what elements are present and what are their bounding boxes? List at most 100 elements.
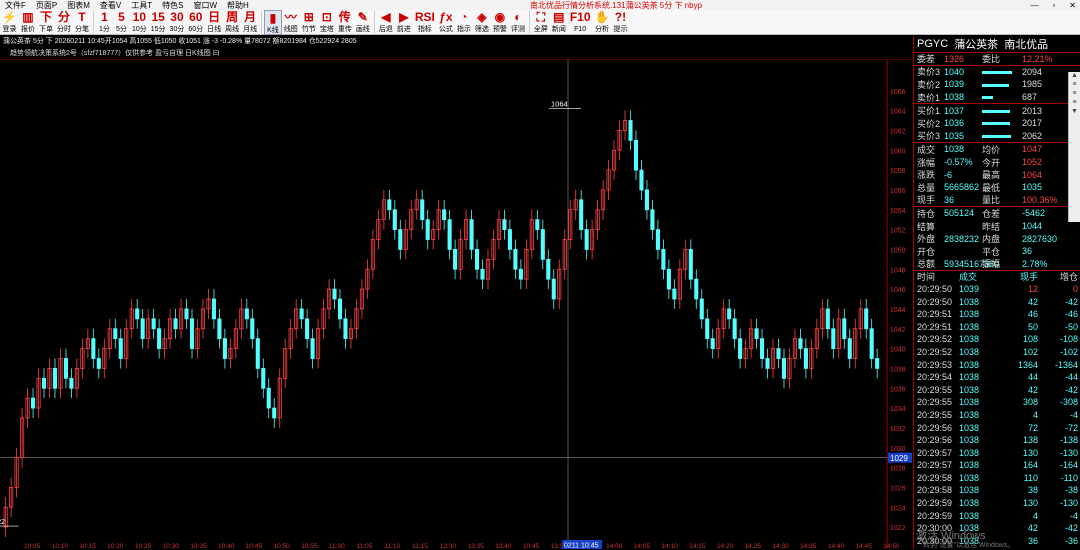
- tick-cell: 138: [1022, 435, 1038, 446]
- test-button[interactable]: ◐ 评测: [509, 10, 527, 35]
- tick-button[interactable]: T 分笔: [73, 10, 91, 35]
- order-button[interactable]: 下下单: [37, 10, 55, 35]
- filter-button[interactable]: ◈ 筛选: [473, 10, 491, 35]
- ask-row[interactable]: 卖价3 1040 2094: [914, 66, 1080, 79]
- tick-cell: -36: [1064, 535, 1078, 546]
- hint-button[interactable]: ◔ 指示: [455, 10, 473, 35]
- tower-button[interactable]: ⊡ 宝塔: [318, 10, 336, 35]
- fullscreen-button[interactable]: ⛶ 全屏: [532, 10, 550, 35]
- period-5m-button[interactable]: 5 5分: [113, 10, 130, 35]
- menu-item[interactable]: 特色S: [162, 1, 183, 10]
- period-10m-button[interactable]: 10 10分: [130, 10, 149, 35]
- tick-cell: 1038: [959, 397, 980, 408]
- analysis-button[interactable]: ✋ 分析: [593, 10, 612, 35]
- menu-item[interactable]: 查看V: [100, 1, 121, 10]
- minimize-button[interactable]: —: [1030, 1, 1038, 10]
- side-scrollbar[interactable]: ▲ ≡ ≡ ≡ ▼: [1068, 72, 1080, 222]
- tick-cell: 1038: [959, 296, 980, 307]
- toolbar-label: 1分: [99, 26, 110, 33]
- period-30m-button[interactable]: 30 30分: [168, 10, 187, 35]
- ask-row[interactable]: 卖价1 1038 687: [914, 91, 1080, 104]
- stat-cell: 最高: [982, 170, 1001, 181]
- menu-item[interactable]: 帮助H: [227, 1, 249, 10]
- tick-cell: 20:29:58: [917, 472, 953, 483]
- draw-button[interactable]: ✎ 画线: [354, 10, 372, 35]
- tick-cell: 20:29:51: [917, 309, 953, 320]
- quote-button[interactable]: ▥ 报价: [19, 10, 37, 35]
- tick-cell: 4: [1032, 409, 1038, 420]
- maximize-button[interactable]: ▫: [1052, 1, 1055, 10]
- period-month-button[interactable]: 月月线: [241, 10, 259, 35]
- x-tick-label: 14:00: [606, 543, 623, 549]
- scroll-menu-icon[interactable]: ≡: [1072, 99, 1076, 106]
- tick-row: 20:29:57 1038 164 -164: [914, 459, 1080, 472]
- x-tick-label: 11:00: [329, 543, 345, 549]
- menu-item[interactable]: 工具T: [131, 1, 152, 10]
- candle-body: [803, 348, 808, 369]
- indicator-button[interactable]: RSI 指标: [413, 10, 437, 35]
- toolbar-label: 5分: [116, 26, 127, 33]
- ask-book: 卖价3 1040 2094 卖价2 1039 1985 卖价1 1038 687: [914, 64, 1080, 104]
- window-title: 南北优品行情分析系统.131蒲公英茶 5分 下 nbyp: [530, 0, 703, 10]
- toolbar-label: 日线: [207, 26, 222, 33]
- ask-row[interactable]: 卖价2 1039 1985: [914, 78, 1080, 91]
- close-button[interactable]: ✕: [1069, 1, 1076, 10]
- scroll-up-icon[interactable]: ▲: [1071, 72, 1078, 79]
- scroll-menu-icon[interactable]: ≡: [1072, 81, 1076, 88]
- linechart-button[interactable]: 〰线图: [282, 10, 300, 35]
- back-button[interactable]: ◀ 后退: [377, 10, 395, 35]
- y-tick-label: 1062: [890, 128, 906, 135]
- toolbar-label: 全屏: [533, 26, 548, 33]
- tick-list[interactable]: 20:29:50 1039 12 0 20:29:50 1038 42 -42 20:29:51…: [914, 283, 1080, 547]
- period-week-button[interactable]: 周周线: [223, 10, 241, 35]
- stat-cell: 量比: [982, 195, 1001, 206]
- candle-body: [738, 338, 743, 359]
- candle-body: [480, 268, 485, 280]
- tick-row: 20:29:55 1038 4 -4: [914, 409, 1080, 422]
- tick-cell: 164: [1022, 460, 1038, 471]
- candle-body: [96, 358, 101, 369]
- news-button[interactable]: ▤ 新闻: [550, 10, 568, 35]
- candle-body: [655, 229, 660, 250]
- period-60m-button[interactable]: 60 60分: [186, 10, 205, 35]
- quote-code: PGYC: [917, 38, 949, 50]
- linechart-icon: 〰: [284, 10, 297, 24]
- scroll-down-icon[interactable]: ▼: [1071, 108, 1078, 115]
- kline-chart[interactable]: 1066 1064 1062 1060 1058 1056 1054 1052 1050 1048…: [0, 59, 913, 549]
- stat-row: 涨幅 -0.57% 今开 1052: [914, 156, 1080, 169]
- bamboo-button[interactable]: ⊞ 竹节: [300, 10, 318, 35]
- scroll-menu-icon[interactable]: ≡: [1072, 90, 1076, 97]
- reload-button[interactable]: 传重传: [336, 10, 354, 35]
- bid-row[interactable]: 买价3 1035 2062: [914, 130, 1080, 143]
- tick-row: 20:29:56 1038 72 -72: [914, 421, 1080, 434]
- candle-body: [661, 249, 666, 270]
- tick-cell: 130: [1022, 498, 1038, 509]
- tips-button[interactable]: ?! 提示: [611, 10, 629, 35]
- bid-row[interactable]: 买价1 1037 2013: [914, 104, 1080, 117]
- stat-row: 成交 1038 均价 1047: [914, 143, 1080, 156]
- forward-button[interactable]: ▶ 前进: [395, 10, 413, 35]
- period-week-icon: 周: [226, 10, 239, 24]
- bid-row[interactable]: 买价2 1036 2017: [914, 117, 1080, 130]
- tick-cell: 20:29:55: [917, 397, 953, 408]
- login-button[interactable]: ⚡ 登录: [0, 10, 19, 35]
- timeshare-button[interactable]: 分分时: [55, 10, 73, 35]
- alert-button[interactable]: ◉ 预警: [491, 10, 509, 35]
- kline-button[interactable]: ▮ K线: [264, 10, 282, 35]
- period-15m-button[interactable]: 15 15分: [149, 10, 168, 35]
- period-1m-button[interactable]: 1 1分: [96, 10, 113, 35]
- formula-button[interactable]: ƒx 公式: [437, 10, 455, 35]
- tick-cell: 42: [1027, 384, 1038, 395]
- menu-item[interactable]: 窗口W: [193, 1, 217, 10]
- tick-cell: 20:29:57: [917, 447, 953, 458]
- menu-item[interactable]: 图表M: [67, 1, 90, 10]
- tick-row: 20:29:51 1038 46 -46: [914, 308, 1080, 321]
- tick-cell: 72: [1027, 422, 1038, 433]
- tick-cell: 20:29:52: [917, 346, 953, 357]
- tick-cell: -42: [1064, 296, 1078, 307]
- f10-button[interactable]: F10 F10: [568, 10, 593, 35]
- period-day-button[interactable]: 日日线: [205, 10, 223, 35]
- menu-item[interactable]: 页面P: [36, 1, 57, 10]
- menu-item[interactable]: 文件F: [5, 1, 26, 10]
- tick-row: 20:29:52 1038 108 -108: [914, 333, 1080, 346]
